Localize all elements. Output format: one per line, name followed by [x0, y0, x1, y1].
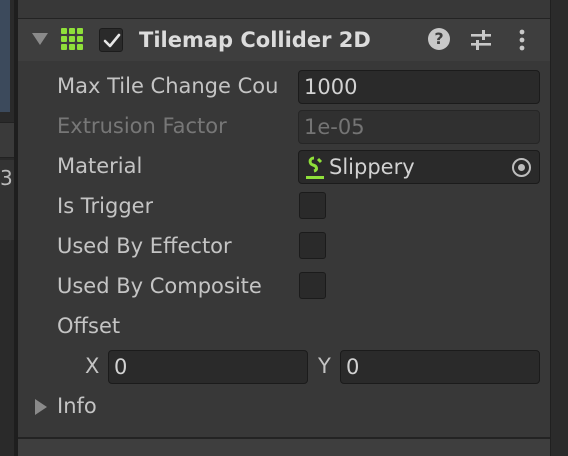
offset-y-label[interactable]: Y: [318, 352, 331, 380]
physics-material-icon: [306, 156, 324, 179]
hierarchy-panel-edge: 3: [0, 0, 14, 456]
inspector-panel: Tilemap Collider 2D ? Max Tile Change Co…: [18, 0, 550, 456]
offset-x-field[interactable]: 0: [108, 350, 308, 384]
used-by-composite-label: Used By Composite: [57, 274, 262, 298]
sliders-icon[interactable]: [469, 28, 493, 52]
scrollbar[interactable]: [550, 0, 568, 456]
used-by-composite-checkbox[interactable]: [299, 272, 326, 299]
used-by-effector-row: Used By Effector: [18, 226, 550, 266]
truncated-text: 3: [0, 166, 13, 190]
vertical-dots-icon[interactable]: [510, 28, 534, 52]
question-mark-icon[interactable]: ?: [428, 28, 452, 52]
selected-row-highlight: [0, 0, 10, 112]
object-picker-icon[interactable]: [512, 158, 531, 177]
offset-row: Offset: [18, 306, 550, 346]
used-by-composite-row: Used By Composite: [18, 266, 550, 306]
triangle-right-icon[interactable]: [35, 399, 47, 415]
info-foldout[interactable]: Info: [18, 386, 550, 426]
is-trigger-label: Is Trigger: [57, 194, 154, 218]
extrusion-factor-field: 1e-05: [298, 110, 540, 144]
max-tile-change-count-field[interactable]: 1000: [298, 70, 540, 104]
help-glyph: ?: [428, 28, 450, 50]
material-object-field[interactable]: Slippery: [298, 150, 540, 184]
material-value: Slippery: [329, 155, 415, 179]
component-title: Tilemap Collider 2D: [139, 28, 371, 52]
hierarchy-row[interactable]: [0, 122, 14, 158]
checkmark-icon: [103, 33, 121, 48]
extrusion-factor-label: Extrusion Factor: [57, 114, 227, 138]
used-by-effector-label: Used By Effector: [57, 234, 232, 258]
is-trigger-row: Is Trigger: [18, 186, 550, 226]
info-label: Info: [57, 394, 97, 418]
triangle-down-icon[interactable]: [32, 33, 48, 45]
used-by-effector-checkbox[interactable]: [299, 232, 326, 259]
offset-values-row: X 0 Y 0: [18, 346, 550, 386]
max-tile-change-count-row: Max Tile Change Cou 1000: [18, 66, 550, 106]
offset-x-label[interactable]: X: [85, 352, 99, 380]
component-header[interactable]: Tilemap Collider 2D ?: [18, 19, 550, 61]
offset-y-field[interactable]: 0: [340, 350, 540, 384]
offset-label: Offset: [57, 314, 121, 338]
extrusion-factor-row: Extrusion Factor 1e-05: [18, 106, 550, 146]
material-row: Material Slippery: [18, 146, 550, 186]
component-enabled-checkbox[interactable]: [99, 28, 123, 52]
material-label: Material: [57, 154, 143, 178]
next-component-header[interactable]: [18, 439, 550, 456]
tilemap-grid-icon: [61, 28, 83, 50]
max-tile-change-count-label: Max Tile Change Cou: [57, 74, 279, 98]
is-trigger-checkbox[interactable]: [299, 192, 326, 219]
